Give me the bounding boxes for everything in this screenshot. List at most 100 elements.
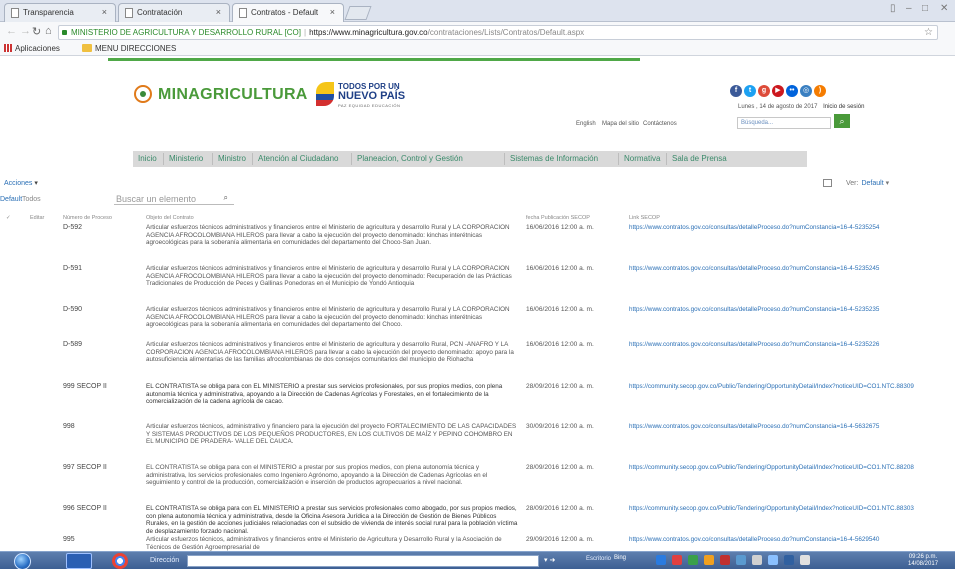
address-separator: | <box>303 28 307 37</box>
nav-sistemas-de-informacion[interactable]: Sistemas de Información <box>510 154 598 163</box>
bookmark-folder-menu-direcciones[interactable]: MENU DIRECCIONES <box>82 44 176 53</box>
list-search-input[interactable]: Buscar un elemento ⌕ <box>114 192 234 205</box>
tab-label: Contratación <box>137 8 183 17</box>
close-window-icon[interactable]: ✕ <box>940 3 948 14</box>
column-header-fecha[interactable]: fecha Publicación SECOP <box>526 215 590 221</box>
numero-proceso[interactable]: D-592 <box>63 224 82 231</box>
view-tab-default[interactable]: Default <box>0 196 22 203</box>
close-icon[interactable]: × <box>330 7 335 17</box>
view-selector[interactable]: Ver: Default ▾ <box>823 179 889 187</box>
rss-icon[interactable]: ) <box>814 85 826 97</box>
numero-proceso[interactable]: 995 <box>63 536 75 543</box>
secop-link[interactable]: https://www.contratos.gov.co/consultas/d… <box>629 423 951 431</box>
link-contactenos[interactable]: Contáctenos <box>643 121 677 127</box>
secop-link[interactable]: https://community.secop.gov.co/Public/Te… <box>629 505 951 513</box>
close-icon[interactable]: × <box>216 7 221 17</box>
tab-contratos-default[interactable]: Contratos - Default × <box>232 3 344 23</box>
secop-link[interactable]: https://www.contratos.gov.co/consultas/d… <box>629 341 951 349</box>
instagram-icon[interactable]: ◎ <box>800 85 812 97</box>
network-icon[interactable] <box>752 555 762 565</box>
acciones-menu[interactable]: Acciones ▾ <box>4 179 38 187</box>
ver-label: Ver: <box>846 180 859 187</box>
close-icon[interactable]: × <box>102 7 107 17</box>
nav-normativa[interactable]: Normativa <box>624 154 660 163</box>
back-icon[interactable]: ← <box>6 25 17 37</box>
numero-proceso[interactable]: D-591 <box>63 265 82 272</box>
taskbar-escritorio[interactable]: Escritorio <box>586 556 611 562</box>
tab-contratacion[interactable]: Contratación × <box>118 3 230 22</box>
search-icon[interactable]: ⌕ <box>224 193 228 203</box>
bookmark-apps[interactable]: Aplicaciones <box>4 44 60 53</box>
fecha-publicacion: 30/09/2016 12:00 a. m. <box>526 423 594 430</box>
link-english[interactable]: English <box>576 121 596 127</box>
ver-value[interactable]: Default <box>858 180 883 187</box>
column-header-objeto[interactable]: Objeto del Contrato <box>146 215 194 221</box>
tray-app-icon[interactable] <box>720 555 730 565</box>
link-mapa-del-sitio[interactable]: Mapa del sitio <box>602 121 639 127</box>
flickr-icon[interactable]: •• <box>786 85 798 97</box>
tray-app-icon[interactable] <box>704 555 714 565</box>
tray-app-icon[interactable] <box>656 555 666 565</box>
nav-inicio[interactable]: Inicio <box>138 154 157 163</box>
google-plus-icon[interactable]: g <box>758 85 770 97</box>
nav-planeacion[interactable]: Planeacion, Control y Gestión <box>357 154 463 163</box>
search-icon[interactable]: ⌕ <box>834 114 850 128</box>
nav-ministerio[interactable]: Ministerio <box>169 154 203 163</box>
column-header-numero[interactable]: Número de Proceso <box>63 215 112 221</box>
tray-app-icon[interactable] <box>784 555 794 565</box>
minagricultura-logo[interactable]: MINAGRICULTURA <box>134 80 307 120</box>
twitter-icon[interactable]: t <box>744 85 756 97</box>
numero-proceso[interactable]: 998 <box>63 423 75 430</box>
fullscreen-icon[interactable] <box>823 179 832 187</box>
home-icon[interactable]: ⌂ <box>45 25 52 37</box>
nav-divider <box>252 153 253 165</box>
go-arrow-icon[interactable]: ▾ ➜ <box>544 556 555 564</box>
tray-app-icon[interactable] <box>736 555 746 565</box>
numero-proceso[interactable]: 997 SECOP II <box>63 464 107 471</box>
youtube-icon[interactable]: ▶ <box>772 85 784 97</box>
user-icon[interactable]: ▯ <box>890 3 896 14</box>
numero-proceso[interactable]: D-590 <box>63 306 82 313</box>
taskbar-address-input[interactable] <box>187 555 539 567</box>
secop-link[interactable]: https://www.contratos.gov.co/consultas/d… <box>629 224 951 232</box>
minimize-icon[interactable]: ‒ <box>906 3 912 14</box>
main-navigation: Inicio Ministerio Ministro Atención al C… <box>133 151 807 167</box>
numero-proceso[interactable]: 999 SECOP II <box>63 383 107 390</box>
current-date: Lunes , 14 de agosto de 2017 <box>738 104 818 110</box>
forward-icon[interactable]: → <box>20 25 31 37</box>
view-tab-todos[interactable]: Todos <box>22 196 41 203</box>
secop-link[interactable]: https://community.secop.gov.co/Public/Te… <box>629 464 951 472</box>
fecha-publicacion: 16/06/2016 12:00 a. m. <box>526 265 594 272</box>
maximize-icon[interactable]: □ <box>922 3 928 14</box>
secop-link[interactable]: https://www.contratos.gov.co/consultas/d… <box>629 265 951 273</box>
column-header-editar[interactable]: Editar <box>30 215 44 221</box>
secop-link[interactable]: https://www.contratos.gov.co/consultas/d… <box>629 536 951 544</box>
numero-proceso[interactable]: 996 SECOP II <box>63 505 107 512</box>
login-link[interactable]: Inicio de sesión <box>819 104 864 110</box>
taskbar-bing[interactable]: Bing <box>614 555 626 561</box>
url-base: https://www.minagricultura.gov.co <box>309 28 428 37</box>
address-bar[interactable]: MINISTERIO DE AGRICULTURA Y DESARROLLO R… <box>58 25 938 40</box>
taskbar-clock[interactable]: 09:26 p.m. 14/08/2017 <box>908 554 938 568</box>
tray-app-icon[interactable] <box>768 555 778 565</box>
word-icon[interactable] <box>66 553 92 569</box>
bookmark-star-icon[interactable]: ☆ <box>924 27 933 38</box>
checkmark-icon[interactable]: ✓ <box>6 215 11 221</box>
volume-icon[interactable] <box>800 555 810 565</box>
secop-link[interactable]: https://www.contratos.gov.co/consultas/d… <box>629 306 951 314</box>
site-search-input[interactable]: Búsqueda... <box>737 117 831 129</box>
nav-atencion-al-ciudadano[interactable]: Atención al Ciudadano <box>258 154 339 163</box>
start-button[interactable] <box>14 553 31 569</box>
reload-icon[interactable]: ↻ <box>32 25 41 38</box>
facebook-icon[interactable]: f <box>730 85 742 97</box>
tray-app-icon[interactable] <box>688 555 698 565</box>
column-header-link[interactable]: Link SECOP <box>629 215 660 221</box>
numero-proceso[interactable]: D-589 <box>63 341 82 348</box>
nav-ministro[interactable]: Ministro <box>218 154 246 163</box>
chrome-icon[interactable] <box>112 553 128 569</box>
secop-link[interactable]: https://community.secop.gov.co/Public/Te… <box>629 383 951 391</box>
tab-transparencia[interactable]: Transparencia × <box>4 3 116 22</box>
tray-app-icon[interactable] <box>672 555 682 565</box>
new-tab-button[interactable] <box>344 6 372 20</box>
nav-sala-de-prensa[interactable]: Sala de Prensa <box>672 154 727 163</box>
